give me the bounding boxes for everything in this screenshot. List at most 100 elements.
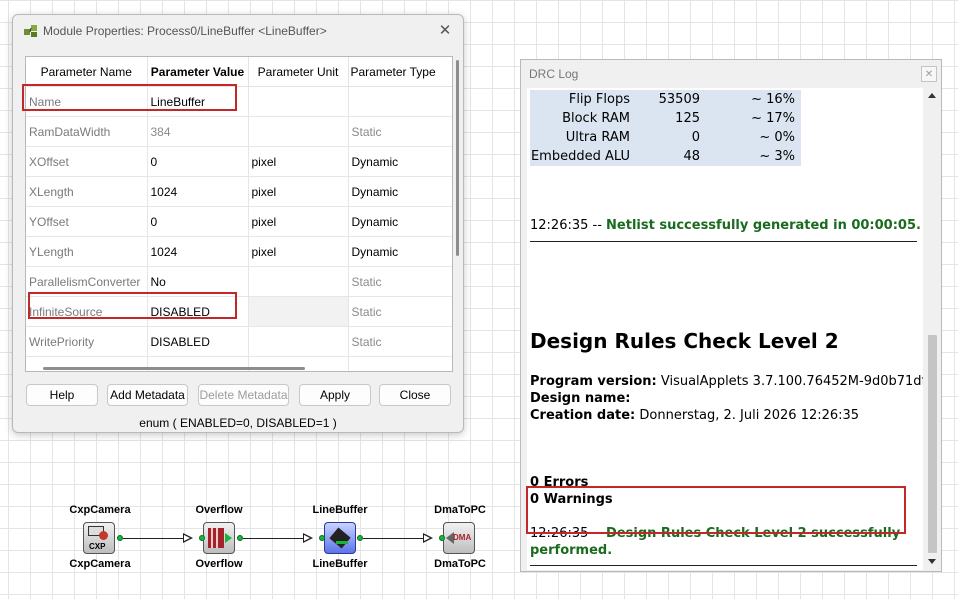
input-port[interactable] [199, 535, 205, 541]
param-value-cell[interactable]: 0 [147, 206, 249, 237]
param-unit-cell [248, 266, 349, 297]
table-row[interactable]: YLength 1024 pixel Dynamic [26, 236, 452, 267]
column-header-parameter-value[interactable]: Parameter Value [147, 57, 249, 87]
resource-value: 0 [691, 130, 700, 145]
overflow-icon[interactable] [203, 522, 235, 554]
column-header-parameter-name[interactable]: Parameter Name [26, 57, 148, 87]
param-type-cell: Dynamic [348, 176, 452, 207]
param-unit-cell: pixel [248, 146, 349, 177]
module-label-top-overflow: Overflow [195, 504, 243, 516]
table-row: Ultra RAM 0 ~ 0% [530, 128, 801, 147]
table-row: Embedded ALU 48 ~ 3% [530, 147, 801, 166]
param-type-cell: Static [348, 296, 452, 327]
param-type-cell: Static [348, 326, 452, 357]
resource-name: Block RAM [562, 111, 630, 126]
param-type-cell: Static [348, 116, 452, 147]
highlight-name-row [22, 84, 237, 111]
close-icon[interactable]: ✕ [921, 66, 937, 82]
design-name-label: Design name: [530, 391, 631, 406]
apply-button[interactable]: Apply [299, 384, 371, 406]
table-row[interactable]: WritePriority DISABLED Static [26, 326, 452, 357]
param-type-cell: Static [348, 266, 452, 297]
param-name-cell: YLength [26, 236, 148, 267]
param-unit-cell [248, 86, 349, 117]
dialog-title-bar[interactable]: Module Properties: Process0/LineBuffer <… [13, 15, 463, 47]
param-value-cell[interactable]: 0 [147, 146, 249, 177]
table-vertical-scrollbar[interactable] [456, 60, 459, 256]
resource-usage-table: Flip Flops 53509 ~ 16% Block RAM 125 ~ 1… [530, 90, 801, 166]
param-name-cell: WritePriority [26, 326, 148, 357]
table-row[interactable]: XOffset 0 pixel Dynamic [26, 146, 452, 177]
resource-percent: ~ 0% [759, 130, 795, 145]
divider [530, 241, 917, 242]
module-label-bottom-linebuffer: LineBuffer [312, 558, 368, 570]
module-label-bottom-dmatopc: DmaToPC [434, 558, 486, 570]
parameter-status-text: enum ( ENABLED=0, DISABLED=1 ) [139, 416, 337, 430]
param-value-cell[interactable]: 1024 [147, 176, 249, 207]
param-unit-cell [248, 116, 349, 147]
param-name-cell: XLength [26, 176, 148, 207]
close-icon[interactable]: ✕ [433, 19, 457, 43]
table-row: Flip Flops 53509 ~ 16% [530, 90, 801, 109]
table-horizontal-scrollbar[interactable] [43, 367, 305, 370]
divider [530, 565, 917, 566]
module-label-top-linebuffer: LineBuffer [312, 504, 368, 516]
program-version-value: VisualApplets 3.7.100.76452M-9d0b71df5 [660, 374, 923, 389]
visualapplets-icon [24, 25, 37, 37]
scroll-up-icon[interactable] [928, 93, 936, 98]
creation-date-value: Donnerstag, 2. Juli 2026 12:26:35 [639, 408, 860, 423]
input-port[interactable] [319, 535, 325, 541]
connection-wire[interactable] [243, 538, 303, 539]
param-unit-cell: pixel [248, 236, 349, 267]
table-row[interactable]: RamDataWidth 384 Static [26, 116, 452, 147]
resource-percent: ~ 3% [759, 149, 795, 164]
help-button[interactable]: Help [26, 384, 98, 406]
connection-wire[interactable] [363, 538, 423, 539]
highlight-drc-result [526, 486, 906, 534]
module-label-top-cxpcamera: CxpCamera [69, 504, 131, 516]
delete-metadata-button[interactable]: Delete Metadata [198, 384, 289, 406]
module-label-bottom-overflow: Overflow [195, 558, 243, 570]
param-unit-cell [248, 296, 349, 327]
input-port[interactable] [439, 535, 445, 541]
netlist-timestamp: 12:26:35 -- [530, 218, 602, 233]
resource-percent: ~ 16% [751, 92, 795, 107]
param-value-cell: 384 [147, 116, 249, 147]
drc-heading: Design Rules Check Level 2 [530, 329, 839, 353]
module-label-bottom-cxpcamera: CxpCamera [69, 558, 131, 570]
highlight-infinitesource-row [28, 292, 237, 319]
camera-icon[interactable]: CXP [83, 522, 115, 554]
dialog-title: Module Properties: Process0/LineBuffer <… [43, 24, 327, 38]
design-name-line: Design name: [530, 391, 630, 406]
netlist-success-message: Netlist successfully generated in 00:00:… [606, 218, 921, 233]
param-unit-cell: pixel [248, 176, 349, 207]
param-name-cell: RamDataWidth [26, 116, 148, 147]
param-unit-cell: pixel [248, 206, 349, 237]
param-type-cell: Dynamic [348, 236, 452, 267]
param-type-cell: Dynamic [348, 146, 452, 177]
dma-icon[interactable]: DMA [443, 522, 475, 554]
table-header-row: Parameter Name Parameter Value Parameter… [26, 57, 452, 87]
close-button[interactable]: Close [379, 384, 451, 406]
table-row[interactable]: XLength 1024 pixel Dynamic [26, 176, 452, 207]
param-value-cell[interactable]: 1024 [147, 236, 249, 267]
program-version-line: Program version: VisualApplets 3.7.100.7… [530, 374, 923, 389]
drc-success-message-cont: performed. [530, 543, 613, 558]
connection-wire[interactable] [123, 538, 183, 539]
add-metadata-button[interactable]: Add Metadata [107, 384, 188, 406]
scroll-thumb[interactable] [928, 335, 937, 553]
drc-log-window: DRC Log ✕ Flip Flops 53509 ~ 16% Block R… [520, 59, 942, 572]
scroll-down-icon[interactable] [928, 559, 936, 564]
linebuffer-icon[interactable] [324, 522, 356, 554]
connection-arrow [183, 533, 193, 543]
param-name-cell: XOffset [26, 146, 148, 177]
netlist-log-line: 12:26:35 -- Netlist successfully generat… [530, 218, 921, 233]
table-row[interactable]: YOffset 0 pixel Dynamic [26, 206, 452, 237]
creation-date-label: Creation date: [530, 408, 636, 423]
column-header-parameter-type[interactable]: Parameter Type [348, 57, 452, 87]
camera-icon-text: CXP [89, 542, 106, 551]
creation-date-line: Creation date: Donnerstag, 2. Juli 2026 … [530, 408, 859, 423]
param-value-cell[interactable]: DISABLED [147, 326, 249, 357]
resource-value: 53509 [658, 92, 700, 107]
column-header-parameter-unit[interactable]: Parameter Unit [248, 57, 349, 87]
